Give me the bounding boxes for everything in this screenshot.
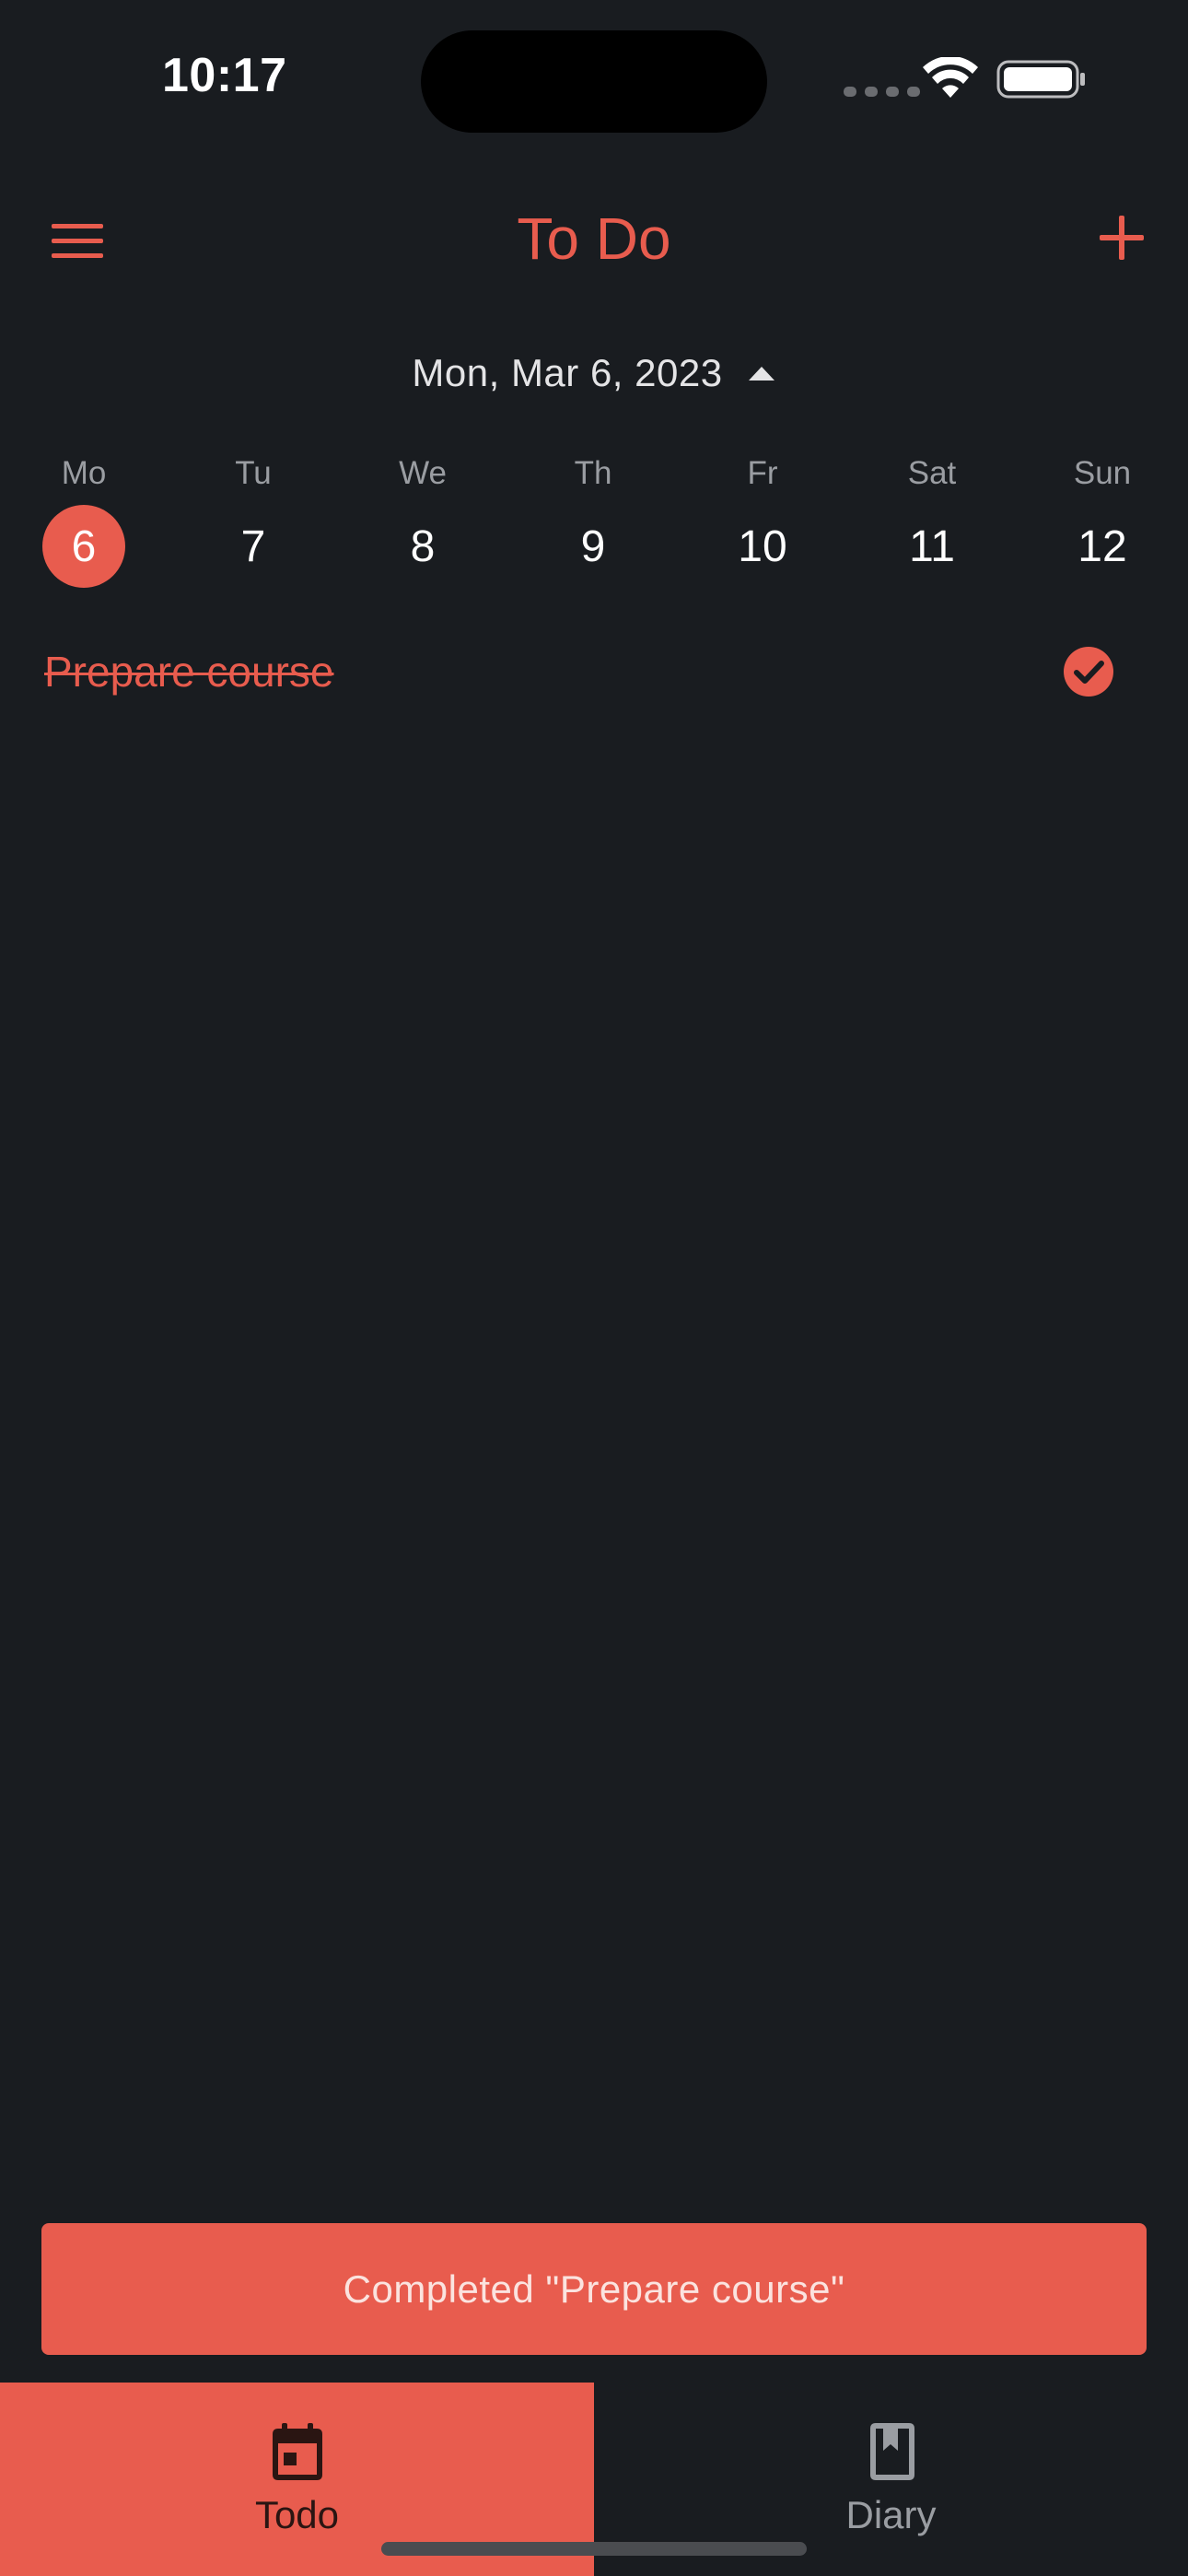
day-number: 11 bbox=[909, 522, 955, 571]
day-name: We bbox=[399, 455, 447, 491]
week-strip: Mo 6 Tu 7 We 8 Th 9 Fr 10 Sat 11 Sun 12 bbox=[0, 448, 1188, 595]
check-circle-icon[interactable] bbox=[1063, 646, 1114, 697]
nav-label: Diary bbox=[845, 2493, 937, 2536]
date-selector[interactable]: Mon, Mar 6, 2023 bbox=[0, 341, 1188, 405]
day-saturday[interactable]: Sat 11 bbox=[868, 448, 996, 595]
snackbar: Completed "Prepare course" bbox=[41, 2223, 1147, 2355]
day-wednesday[interactable]: We 8 bbox=[358, 448, 487, 595]
wifi-icon bbox=[923, 57, 978, 98]
day-number: 10 bbox=[738, 522, 787, 571]
day-number: 8 bbox=[410, 522, 436, 571]
day-monday[interactable]: Mo 6 bbox=[19, 448, 148, 595]
day-sunday[interactable]: Sun 12 bbox=[1038, 448, 1167, 595]
selected-date-label: Mon, Mar 6, 2023 bbox=[412, 351, 723, 394]
task-title: Prepare course bbox=[44, 648, 334, 696]
day-number: 9 bbox=[580, 522, 606, 571]
day-tuesday[interactable]: Tu 7 bbox=[189, 448, 318, 595]
bookmark-book-icon bbox=[870, 2423, 914, 2480]
app-bar: To Do bbox=[0, 184, 1188, 299]
cellular-signal-icon bbox=[844, 87, 920, 97]
snackbar-message: Completed "Prepare course" bbox=[343, 2266, 845, 2311]
task-item[interactable]: Prepare course bbox=[0, 626, 1188, 719]
page-title: To Do bbox=[517, 205, 671, 272]
day-friday[interactable]: Fr 10 bbox=[698, 448, 827, 595]
day-number: 6 bbox=[71, 522, 97, 571]
day-name: Fr bbox=[747, 455, 778, 491]
day-name: Tu bbox=[235, 455, 272, 491]
status-time: 10:17 bbox=[162, 49, 287, 102]
day-name: Mo bbox=[61, 455, 107, 491]
dynamic-island bbox=[421, 30, 767, 133]
battery-icon bbox=[996, 60, 1085, 99]
caret-up-icon bbox=[748, 367, 775, 381]
calendar-icon bbox=[273, 2423, 322, 2480]
plus-icon[interactable] bbox=[1098, 214, 1146, 262]
status-bar: 10:17 bbox=[0, 0, 1188, 157]
day-number: 7 bbox=[240, 522, 266, 571]
nav-label: Todo bbox=[254, 2493, 340, 2536]
day-name: Th bbox=[574, 455, 612, 491]
day-number: 12 bbox=[1077, 522, 1127, 571]
home-indicator bbox=[381, 2542, 807, 2556]
day-thursday[interactable]: Th 9 bbox=[529, 448, 658, 595]
day-name: Sun bbox=[1073, 455, 1132, 491]
day-name: Sat bbox=[907, 455, 957, 491]
